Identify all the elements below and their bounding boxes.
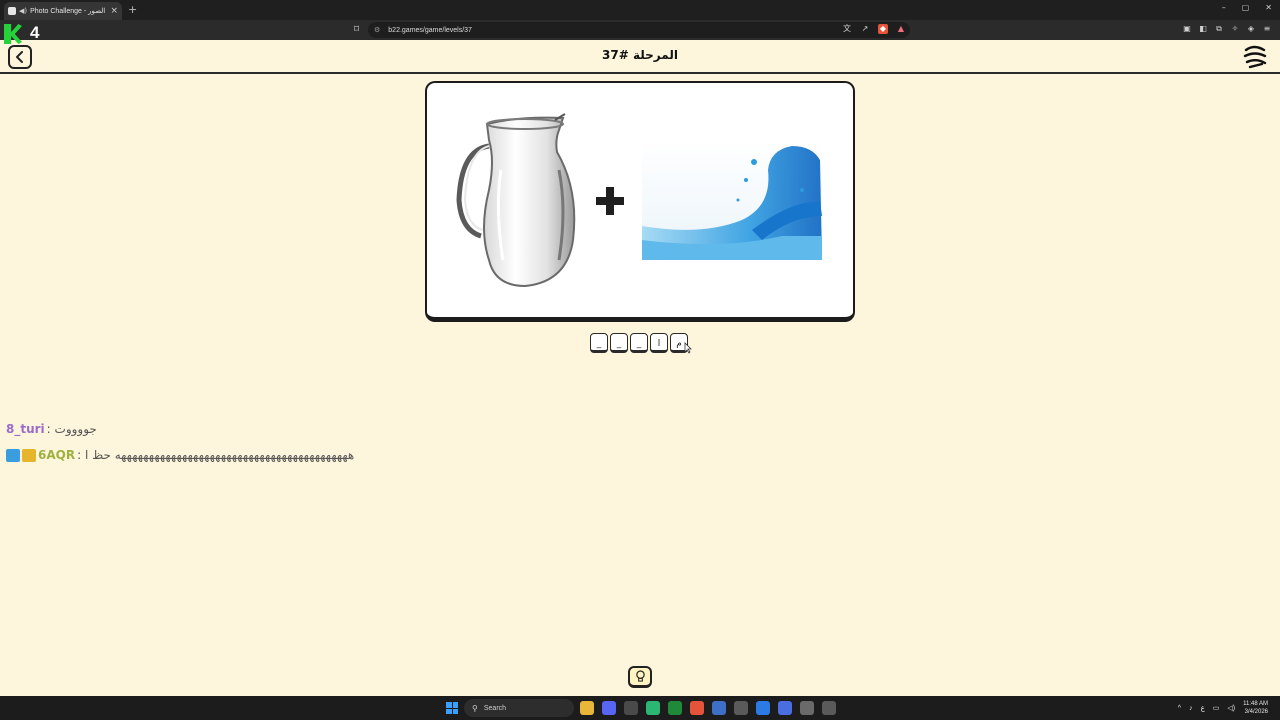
crown-badge-icon (22, 448, 36, 462)
new-tab-button[interactable]: + (128, 3, 137, 16)
browser-tab[interactable]: ◀) Photo Challenge - تحدي الصور × (4, 2, 122, 20)
hint-button[interactable] (628, 666, 652, 688)
url-text: b22.games/game/levels/37 (388, 26, 472, 34)
clock[interactable]: 11:48 AM 3/4/2026 (1243, 700, 1268, 716)
taskbar-apps (580, 701, 836, 715)
sidebar-icon[interactable]: ▣ (1182, 24, 1192, 34)
address-bar[interactable]: ⚙ b22.games/game/levels/37 (368, 22, 910, 38)
taskbar-search-label: Search (483, 704, 507, 712)
bookmark-icon[interactable]: ⌑ (354, 24, 359, 35)
back-button[interactable] (8, 45, 32, 69)
system-tray: ^ ♪ ع ▭ ◁) 11:48 AM 3/4/2026 (1178, 700, 1268, 716)
chat-username: 8_turi (6, 422, 45, 436)
extensions-icon[interactable]: ✧ (1230, 24, 1240, 34)
discord-icon[interactable] (602, 701, 616, 715)
brave-shield-icon[interactable]: ◆ (878, 24, 888, 34)
app-blue-icon[interactable] (756, 701, 770, 715)
app-misc-icon[interactable] (822, 701, 836, 715)
file-explorer-icon[interactable] (580, 701, 594, 715)
vpn-icon[interactable]: ◈ (1246, 24, 1256, 34)
brave-icon[interactable] (690, 701, 704, 715)
answer-slots: _ _ _ ا م (590, 333, 688, 353)
toolbar-right-icons: ▣ ◧ ⧉ ✧ ◈ ≡ (1182, 24, 1272, 34)
water-image (642, 140, 822, 260)
split-view-icon[interactable]: ◧ (1198, 24, 1208, 34)
favicon-icon (8, 7, 16, 15)
answer-slot[interactable]: ا (650, 333, 668, 353)
shield-app-icon[interactable] (712, 701, 726, 715)
speaker-icon[interactable]: ◀) (19, 7, 27, 15)
clock-date: 3/4/2026 (1244, 709, 1268, 715)
stream-logo-number: 4 (30, 23, 40, 42)
search-icon: ⚲ (472, 703, 478, 713)
app-grid-icon[interactable] (734, 701, 748, 715)
answer-slot[interactable]: _ (590, 333, 608, 353)
lightbulb-icon (635, 670, 645, 682)
chat-message: 8_turi : جووووت (6, 422, 97, 436)
translate-icon[interactable]: 文 (842, 24, 852, 34)
chat-text: : هههههههههههههههههههههههههههههههههههههه… (77, 448, 355, 462)
chat-message: 6AQR : ههههههههههههههههههههههههههههههههه… (6, 448, 354, 462)
restore-button[interactable]: ▢ (1242, 3, 1250, 12)
chat-username: 6AQR (38, 448, 76, 462)
browser-tab-bar: ◀) Photo Challenge - تحدي الصور × + – ▢ … (0, 0, 1280, 20)
address-bar-actions: 文 ↗ ◆ ▲ (842, 24, 906, 34)
tabs-icon[interactable]: ⧉ (1214, 24, 1224, 34)
game-logo-icon (1243, 45, 1267, 69)
answer-slot[interactable]: _ (610, 333, 628, 353)
plus-icon (596, 187, 624, 215)
tab-close-icon[interactable]: × (110, 6, 118, 16)
subscriber-badge-icon (6, 448, 20, 462)
xbox-icon[interactable] (668, 701, 682, 715)
app-blue2-icon[interactable] (778, 701, 792, 715)
taskbar-search[interactable]: ⚲ Search (464, 699, 574, 717)
network-icon[interactable]: ▭ (1213, 704, 1220, 712)
tab-title: Photo Challenge - تحدي الصور (30, 8, 107, 15)
minimize-button[interactable]: – (1222, 3, 1226, 12)
app-green-icon[interactable] (646, 701, 660, 715)
menu-icon[interactable]: ≡ (1262, 24, 1272, 34)
clock-time: 11:48 AM (1243, 701, 1268, 707)
app-monitor-icon[interactable] (800, 701, 814, 715)
answer-slot[interactable]: _ (630, 333, 648, 353)
share-icon[interactable]: ↗ (860, 24, 870, 34)
windows-start-icon[interactable] (446, 702, 458, 714)
chevron-left-icon (16, 51, 23, 63)
jug-image (456, 113, 576, 288)
chat-text: : جووووت (46, 422, 97, 436)
volume-icon[interactable]: ◁) (1227, 704, 1235, 712)
language-indicator[interactable]: ع (1201, 704, 1205, 712)
chevron-up-icon[interactable]: ^ (1178, 705, 1181, 712)
close-window-button[interactable]: ✕ (1265, 3, 1272, 12)
obs-icon[interactable] (624, 701, 638, 715)
level-title: المرحلة #37 (602, 48, 678, 62)
microphone-icon[interactable]: ♪ (1189, 705, 1193, 712)
window-controls: – ▢ ✕ (1222, 3, 1272, 12)
brave-rewards-icon[interactable]: ▲ (896, 24, 906, 34)
site-info-icon[interactable]: ⚙ (374, 26, 380, 34)
mouse-cursor-icon (684, 342, 692, 354)
